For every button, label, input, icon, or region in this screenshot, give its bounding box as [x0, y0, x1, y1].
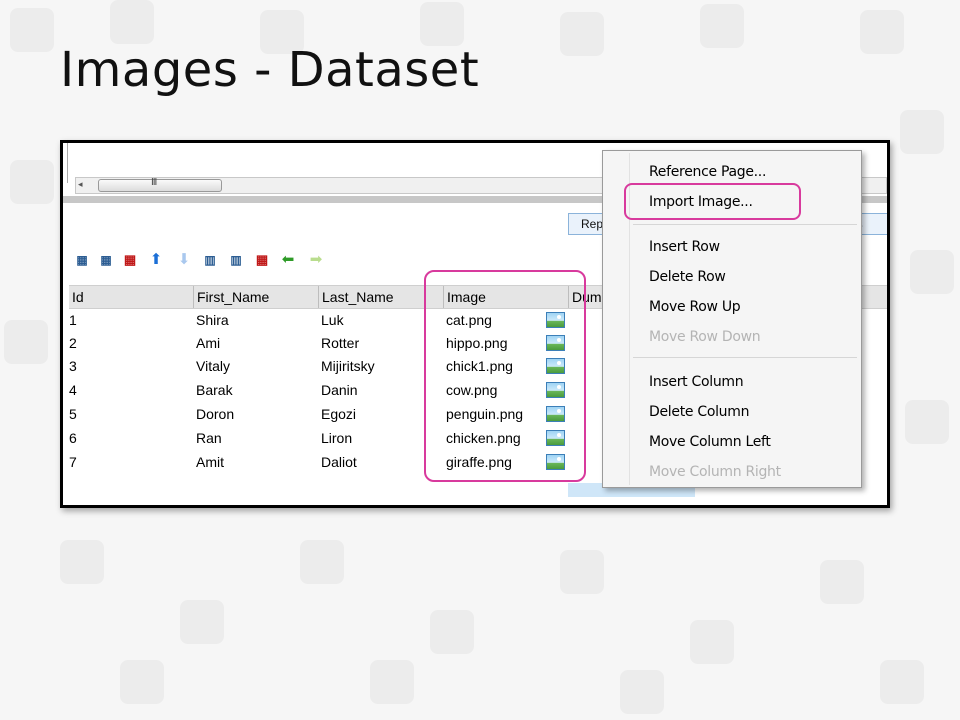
cell-first-name[interactable]: Amit — [196, 451, 224, 474]
move-column-right-icon[interactable]: ➡ — [307, 251, 325, 269]
scroll-left-arrow-icon[interactable]: ◂ — [78, 179, 83, 190]
cell-last-name[interactable]: Rotter — [321, 332, 359, 355]
bg-tile — [820, 560, 864, 604]
bg-tile — [690, 620, 734, 664]
scrollbar-thumb[interactable]: III — [98, 177, 222, 192]
bg-tile — [300, 540, 344, 584]
bg-tile — [110, 0, 154, 44]
menu-item-delete-row[interactable]: Delete Row — [649, 266, 726, 288]
bg-tile — [860, 10, 904, 54]
cell-last-name[interactable]: Mijiritsky — [321, 355, 375, 378]
insert-column-left-icon[interactable]: ▥ — [201, 251, 219, 269]
insert-row-above-icon[interactable]: ▦ — [73, 251, 91, 269]
insert-row-below-icon[interactable]: ▦ — [97, 251, 115, 269]
menu-separator — [633, 224, 857, 225]
move-row-up-icon[interactable]: ⬆ — [147, 251, 165, 269]
cell-id[interactable]: 7 — [69, 451, 77, 474]
import-image-highlight-box — [624, 183, 801, 220]
bg-tile — [900, 110, 944, 154]
cell-last-name[interactable]: Danin — [321, 379, 358, 402]
menu-item-move-column-right: Move Column Right — [649, 464, 781, 480]
bg-tile — [430, 610, 474, 654]
menu-item-reference-page[interactable]: Reference Page... — [649, 161, 766, 183]
cell-first-name[interactable]: Doron — [196, 403, 234, 426]
column-header-first-name[interactable]: First_Name — [193, 286, 318, 308]
bg-tile — [10, 8, 54, 52]
cell-first-name[interactable]: Vitaly — [196, 355, 230, 378]
menu-item-insert-column[interactable]: Insert Column — [649, 371, 744, 393]
insert-column-right-icon[interactable]: ▥ — [227, 251, 245, 269]
cell-id[interactable]: 4 — [69, 379, 77, 402]
bg-tile — [560, 550, 604, 594]
bg-tile — [620, 670, 664, 714]
cell-last-name[interactable]: Luk — [321, 309, 344, 332]
cell-last-name[interactable]: Egozi — [321, 403, 356, 426]
bg-tile — [700, 4, 744, 48]
cell-first-name[interactable]: Ran — [196, 427, 222, 450]
bg-tile — [880, 660, 924, 704]
bg-tile — [370, 660, 414, 704]
bg-tile — [560, 12, 604, 56]
bg-tile — [420, 2, 464, 46]
cell-last-name[interactable]: Daliot — [321, 451, 357, 474]
move-column-left-icon[interactable]: ⬅ — [279, 251, 297, 269]
cell-last-name[interactable]: Liron — [321, 427, 352, 450]
left-pane-edge — [63, 143, 68, 183]
cell-first-name[interactable]: Barak — [196, 379, 233, 402]
cell-id[interactable]: 5 — [69, 403, 77, 426]
bg-tile — [4, 320, 48, 364]
menu-item-move-row-down: Move Row Down — [649, 329, 761, 345]
column-header-id[interactable]: Id — [69, 286, 193, 308]
cell-first-name[interactable]: Shira — [196, 309, 229, 332]
bg-tile — [180, 600, 224, 644]
bg-tile — [120, 660, 164, 704]
delete-column-icon[interactable]: ▦ — [253, 251, 271, 269]
cell-id[interactable]: 1 — [69, 309, 77, 332]
bg-tile — [60, 540, 104, 584]
menu-item-delete-column[interactable]: Delete Column — [649, 401, 749, 423]
cell-id[interactable]: 2 — [69, 332, 77, 355]
cell-id[interactable]: 6 — [69, 427, 77, 450]
menu-item-insert-row[interactable]: Insert Row — [649, 236, 720, 258]
scrollbar-grip-icon: III — [151, 177, 157, 188]
menu-separator — [633, 357, 857, 358]
delete-row-icon[interactable]: ▦ — [121, 251, 139, 269]
cell-first-name[interactable]: Ami — [196, 332, 220, 355]
bg-tile — [10, 160, 54, 204]
bg-tile — [905, 400, 949, 444]
menu-item-move-row-up[interactable]: Move Row Up — [649, 296, 741, 318]
menu-item-move-column-left[interactable]: Move Column Left — [649, 431, 771, 453]
slide-title: Images - Dataset — [60, 42, 480, 98]
cell-id[interactable]: 3 — [69, 355, 77, 378]
bg-tile — [910, 250, 954, 294]
move-row-down-icon[interactable]: ⬇ — [175, 251, 193, 269]
image-column-highlight-box — [424, 270, 586, 482]
